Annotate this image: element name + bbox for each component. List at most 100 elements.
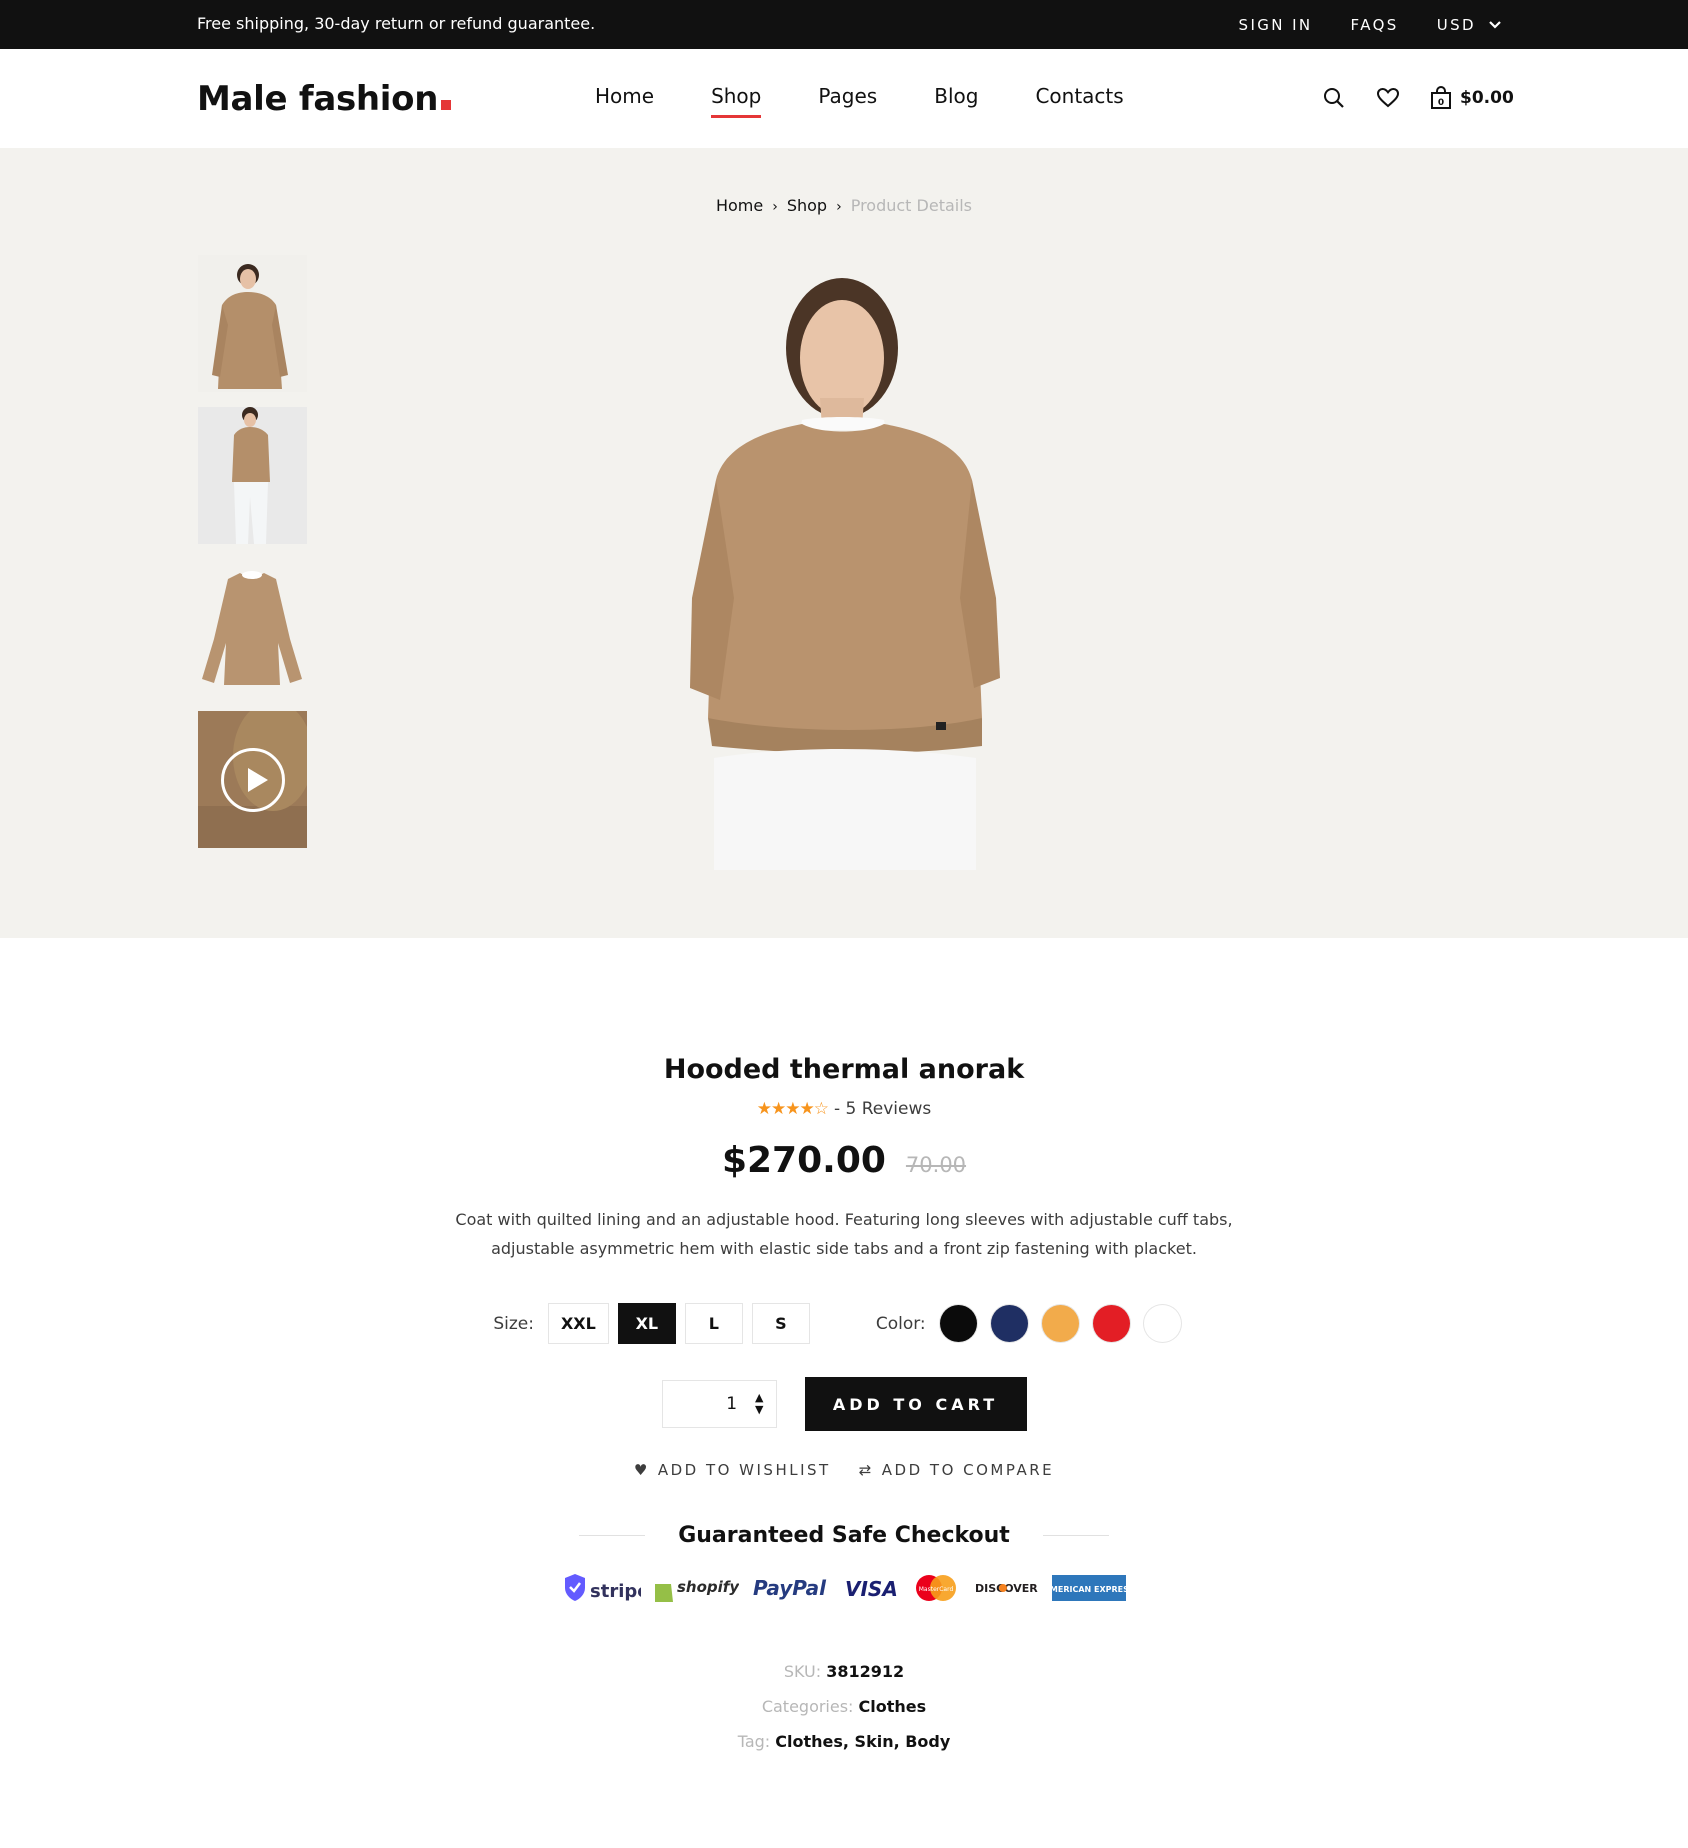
chevron-down-icon bbox=[1489, 21, 1501, 29]
tags-label: Tag: bbox=[737, 1732, 771, 1751]
color-swatch-orange[interactable] bbox=[1041, 1305, 1079, 1342]
quantity-value[interactable]: 1 bbox=[726, 1394, 737, 1414]
nav-pages[interactable]: Pages bbox=[818, 84, 877, 118]
star-rating: ★★★★☆ bbox=[756, 1099, 829, 1119]
tags-value[interactable]: Clothes, Skin, Body bbox=[775, 1732, 950, 1751]
cart-total: $0.00 bbox=[1460, 88, 1514, 108]
reviews-count[interactable]: - 5 Reviews bbox=[834, 1099, 931, 1119]
nav-blog[interactable]: Blog bbox=[934, 84, 978, 118]
size-option-l[interactable]: L bbox=[684, 1303, 743, 1344]
breadcrumb-home[interactable]: Home bbox=[716, 196, 763, 215]
product-hero: Home › Shop › Product Details bbox=[0, 148, 1688, 938]
size-option-s[interactable]: S bbox=[751, 1303, 810, 1344]
thumbnail-list bbox=[198, 255, 307, 863]
chevron-right-icon: › bbox=[836, 199, 842, 215]
sku-row: SKU: 3812912 bbox=[0, 1654, 1688, 1689]
breadcrumb-shop[interactable]: Shop bbox=[787, 196, 827, 215]
thumbnail-side[interactable] bbox=[198, 407, 307, 544]
color-swatch-black[interactable] bbox=[939, 1305, 977, 1342]
star-icon: ★ bbox=[799, 1099, 814, 1119]
product-meta: SKU: 3812912 Categories: Clothes Tag: Cl… bbox=[0, 1654, 1688, 1759]
star-icon: ★ bbox=[756, 1099, 772, 1119]
main-product-image bbox=[690, 248, 1010, 870]
heart-icon[interactable] bbox=[1376, 86, 1400, 110]
product-title: Hooded thermal anorak bbox=[663, 1054, 1025, 1085]
thumbnail-front[interactable] bbox=[198, 255, 307, 392]
faqs-link[interactable]: FAQS bbox=[1351, 16, 1399, 34]
star-icon: ★ bbox=[785, 1099, 800, 1119]
breadcrumb-current: Product Details bbox=[850, 196, 973, 215]
cart-row: 1 ▲ ▼ ADD TO CART bbox=[0, 1377, 1688, 1431]
american-express-logo: AMERICAN EXPRESS bbox=[1051, 1575, 1127, 1601]
shopify-logo: shopify bbox=[655, 1578, 739, 1602]
svg-text:stripe: stripe bbox=[590, 1581, 641, 1602]
shopping-bag-icon: 0 bbox=[1431, 86, 1451, 109]
payment-logos: stripe shopify PayPal VISA MasterCard DI… bbox=[0, 1572, 1688, 1604]
currency-selector[interactable]: USD bbox=[1437, 16, 1502, 34]
svg-text:AMERICAN EXPRESS: AMERICAN EXPRESS bbox=[1051, 1585, 1127, 1594]
current-price: $270.00 bbox=[721, 1140, 886, 1181]
header-icons: 0 $0.00 bbox=[1322, 86, 1514, 110]
chevron-right-icon: › bbox=[772, 199, 778, 215]
sign-in-link[interactable]: SIGN IN bbox=[1239, 16, 1313, 34]
rating: ★★★★☆ - 5 Reviews bbox=[0, 1099, 1688, 1119]
safe-checkout-title: Guaranteed Safe Checkout bbox=[678, 1523, 1010, 1548]
chevron-down-icon[interactable]: ▼ bbox=[755, 1404, 763, 1416]
safe-checkout: Guaranteed Safe Checkout bbox=[579, 1523, 1110, 1548]
logo-dot bbox=[441, 100, 452, 110]
color-label: Color: bbox=[875, 1313, 926, 1334]
old-price: 70.00 bbox=[905, 1153, 967, 1177]
main-nav: Home Shop Pages Blog Contacts bbox=[595, 84, 1124, 118]
logo-text: Male fashion bbox=[197, 79, 439, 119]
size-option-xl[interactable]: XL bbox=[617, 1303, 676, 1344]
categories-value[interactable]: Clothes bbox=[859, 1697, 927, 1716]
heart-filled-icon: ♥ bbox=[633, 1461, 650, 1479]
top-bar: Free shipping, 30-day return or refund g… bbox=[0, 0, 1688, 49]
mastercard-logo: MasterCard bbox=[916, 1575, 956, 1601]
currency-label: USD bbox=[1436, 16, 1476, 34]
svg-text:PayPal: PayPal bbox=[753, 1576, 827, 1600]
add-to-wishlist-link[interactable]: ♥ ADD TO WISHLIST bbox=[634, 1461, 831, 1479]
divider bbox=[579, 1535, 646, 1536]
categories-label: Categories: bbox=[761, 1697, 854, 1716]
nav-shop[interactable]: Shop bbox=[711, 84, 762, 118]
svg-text:VISA: VISA bbox=[845, 1577, 898, 1601]
promo-text: Free shipping, 30-day return or refund g… bbox=[197, 14, 596, 33]
star-outline-icon: ☆ bbox=[813, 1099, 829, 1119]
star-icon: ★ bbox=[770, 1099, 786, 1119]
quantity-stepper[interactable]: 1 ▲ ▼ bbox=[661, 1380, 777, 1428]
logo[interactable]: Male fashion bbox=[197, 79, 452, 119]
top-links: SIGN IN FAQS USD bbox=[1239, 16, 1502, 34]
color-swatch-white[interactable] bbox=[1143, 1305, 1181, 1342]
categories-row: Categories: Clothes bbox=[0, 1689, 1688, 1724]
nav-home[interactable]: Home bbox=[595, 84, 654, 118]
visa-logo: VISA bbox=[845, 1577, 898, 1601]
product-description: Coat with quilted lining and an adjustab… bbox=[455, 1210, 1233, 1258]
add-to-compare-link[interactable]: ⇄ ADD TO COMPARE bbox=[859, 1461, 1054, 1479]
add-to-compare-label: ADD TO COMPARE bbox=[881, 1461, 1055, 1479]
discover-logo: DISCOVER bbox=[975, 1582, 1038, 1595]
product-options: Size: XXL XL L S Color: bbox=[0, 1303, 1688, 1344]
thumbnail-flat[interactable] bbox=[198, 559, 307, 696]
play-icon[interactable] bbox=[221, 748, 285, 812]
thumbnail-video[interactable] bbox=[198, 711, 307, 848]
search-icon[interactable] bbox=[1322, 86, 1346, 110]
divider bbox=[1042, 1535, 1110, 1536]
svg-text:shopify: shopify bbox=[677, 1578, 739, 1596]
nav-contacts[interactable]: Contacts bbox=[1035, 84, 1123, 118]
compare-arrows-icon: ⇄ bbox=[858, 1461, 874, 1479]
svg-text:0: 0 bbox=[1438, 98, 1444, 108]
color-swatch-navy[interactable] bbox=[990, 1305, 1028, 1342]
add-to-wishlist-label: ADD TO WISHLIST bbox=[657, 1461, 831, 1479]
tags-row: Tag: Clothes, Skin, Body bbox=[0, 1724, 1688, 1759]
sku-label: SKU: bbox=[783, 1662, 822, 1681]
size-option-xxl[interactable]: XXL bbox=[547, 1303, 609, 1344]
cart-button[interactable]: 0 $0.00 bbox=[1430, 86, 1514, 110]
size-label: Size: bbox=[493, 1313, 534, 1334]
add-to-cart-button[interactable]: ADD TO CART bbox=[804, 1377, 1027, 1431]
sku-value: 3812912 bbox=[826, 1662, 905, 1681]
color-swatch-red[interactable] bbox=[1092, 1305, 1130, 1342]
color-options: Color: bbox=[876, 1305, 1195, 1342]
site-header: Male fashion Home Shop Pages Blog Contac… bbox=[0, 49, 1688, 148]
stepper-arrows[interactable]: ▲ ▼ bbox=[755, 1392, 763, 1416]
